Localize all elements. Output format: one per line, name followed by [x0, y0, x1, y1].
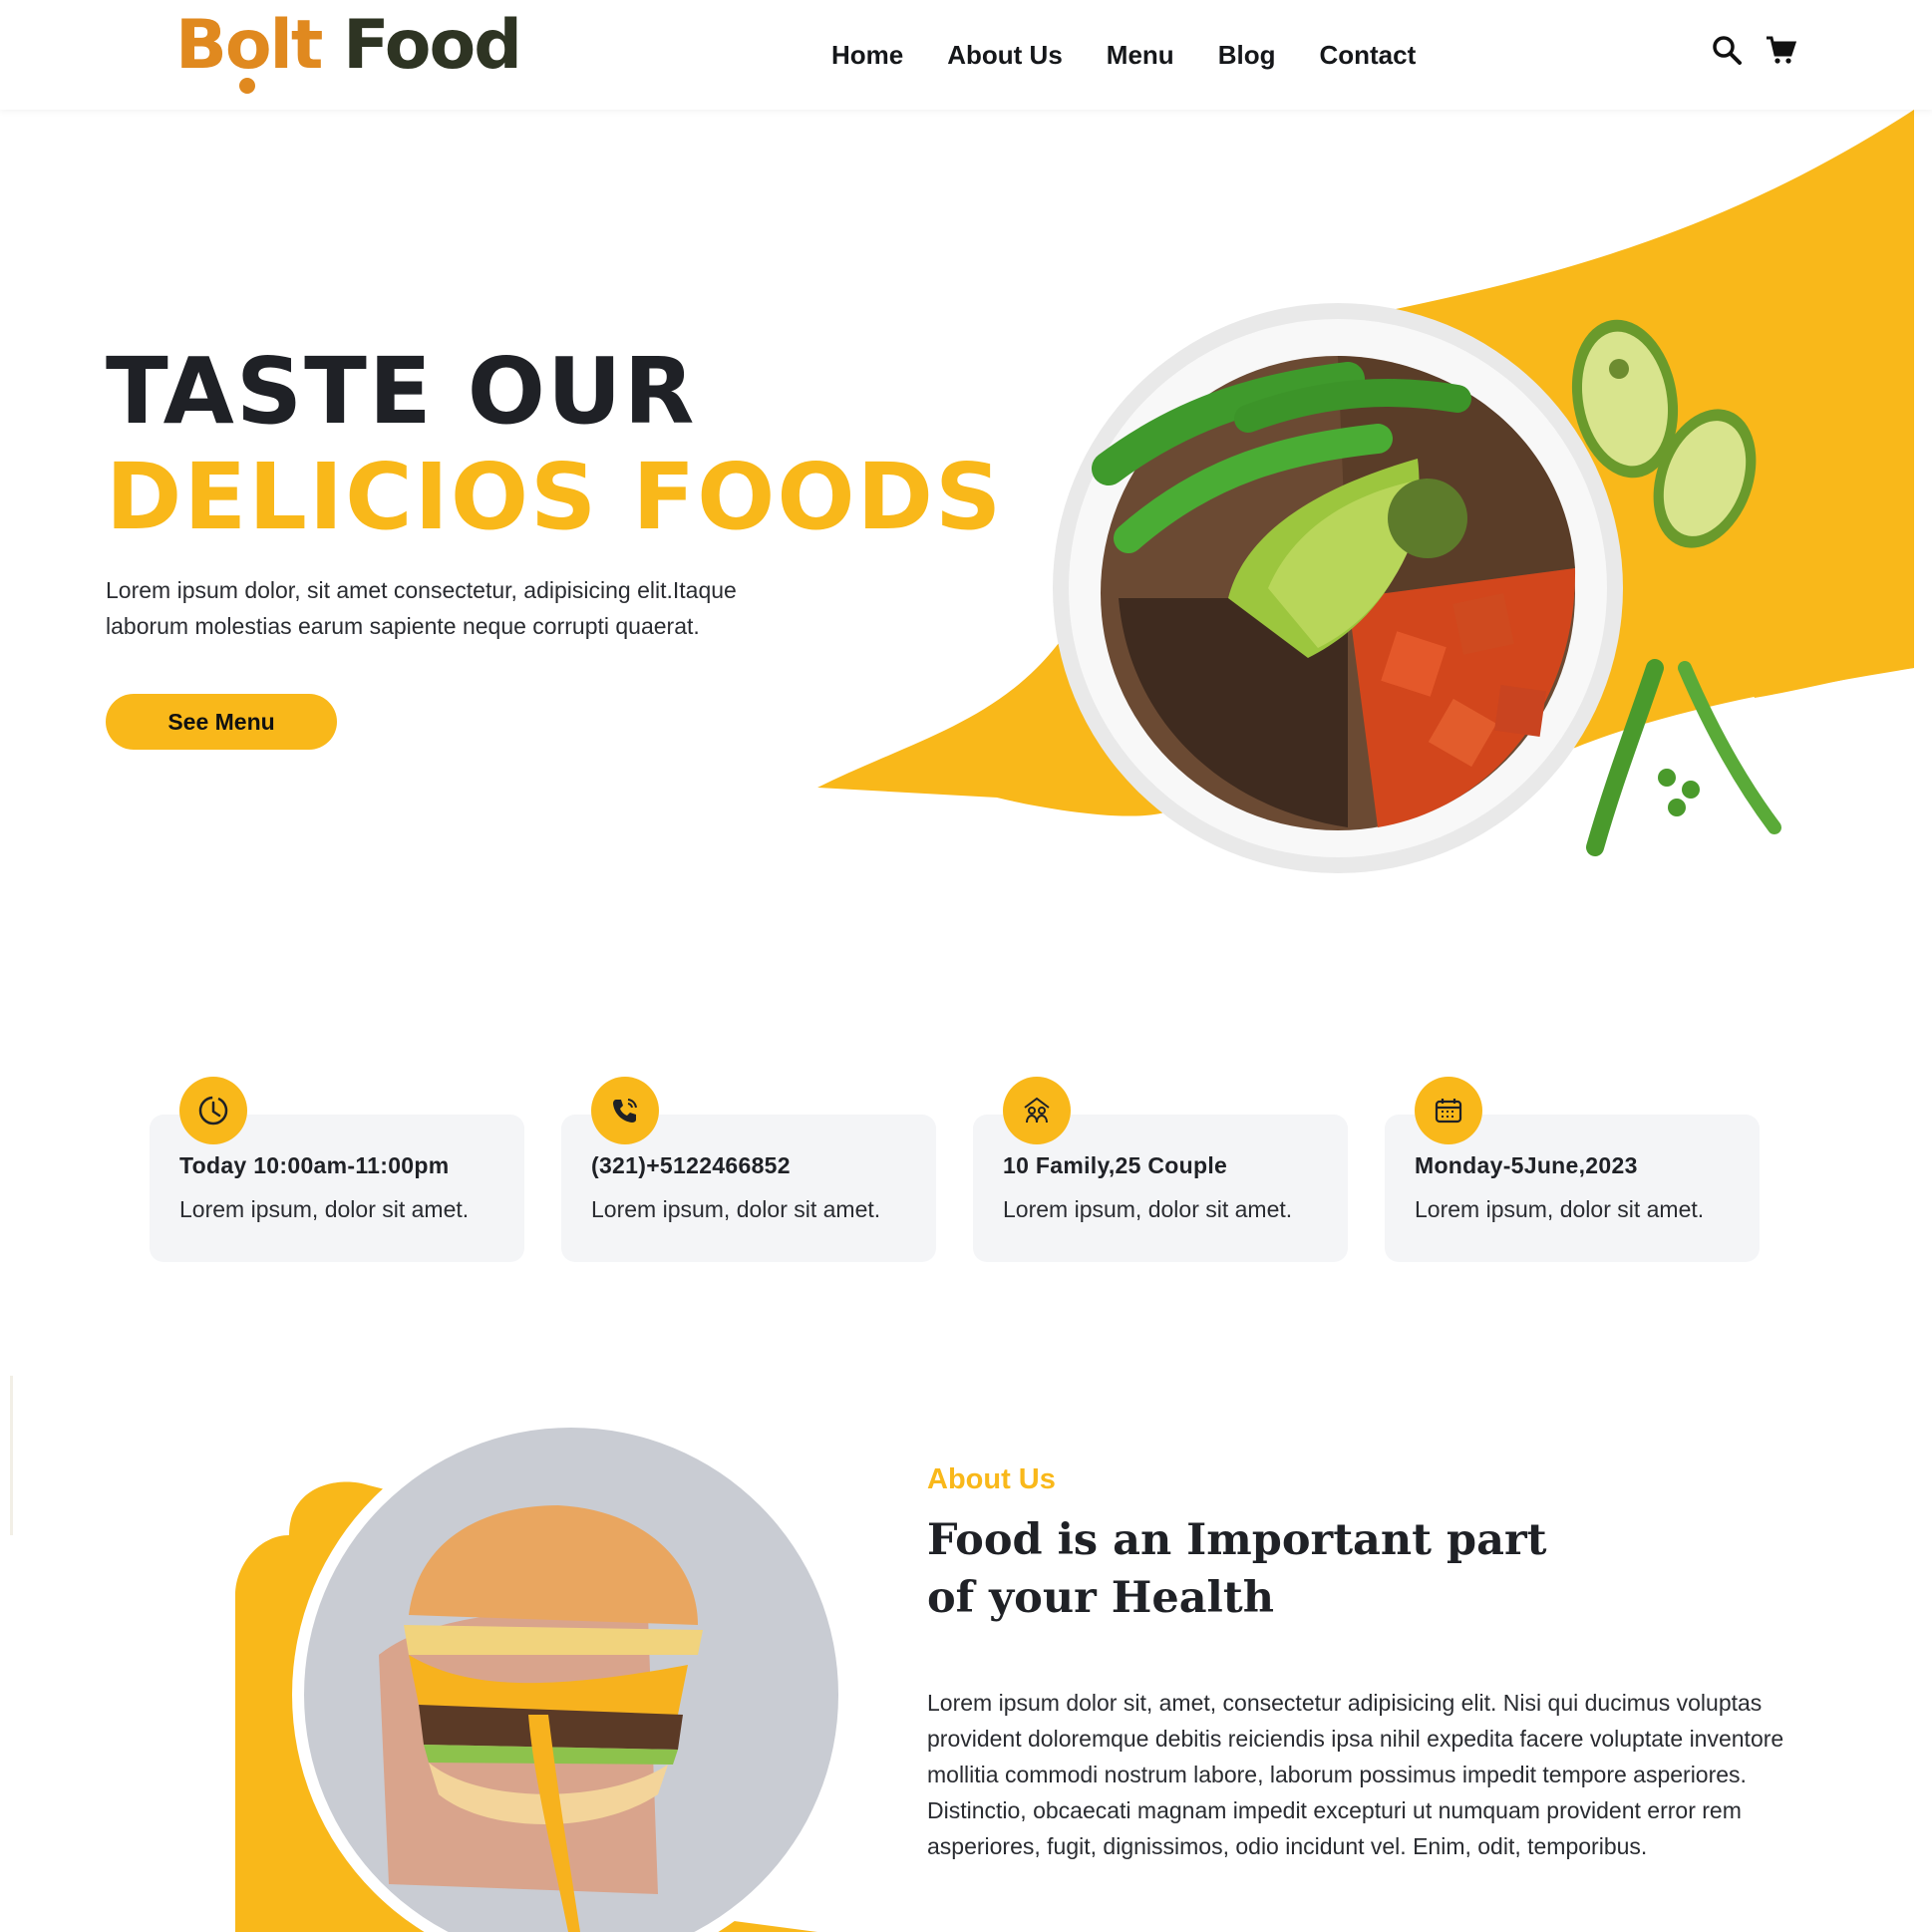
hero-title: TASTE OUR DELICIOS FOODS — [106, 339, 1003, 550]
info-card-hours: Today 10:00am-11:00pm Lorem ipsum, dolor… — [150, 1077, 524, 1262]
hero-food-bowl-image — [1049, 299, 1627, 877]
nav-blog[interactable]: Blog — [1218, 40, 1276, 71]
avocado-decoration — [1571, 319, 1781, 856]
main-nav: Home About Us Menu Blog Contact — [831, 40, 1416, 71]
logo-part-1: Bolt — [175, 6, 323, 85]
about-burger-image — [229, 1416, 867, 1932]
hero-title-line-1: TASTE OUR — [106, 338, 697, 445]
see-menu-button[interactable]: See Menu — [106, 694, 337, 750]
about-section-text: Lorem ipsum dolor sit, amet, consectetur… — [927, 1690, 1784, 1859]
phone-icon — [591, 1077, 659, 1144]
info-card-date: Monday-5June,2023 Lorem ipsum, dolor sit… — [1385, 1077, 1760, 1262]
search-icon[interactable] — [1711, 34, 1743, 66]
cart-icon[interactable] — [1765, 34, 1797, 66]
info-card-desc: Lorem ipsum, dolor sit amet. — [591, 1196, 881, 1222]
about-section-title: Food is an Important part of your Health — [927, 1515, 1547, 1623]
brand-logo[interactable]: Bolt Food — [175, 12, 522, 94]
divider-line — [10, 1376, 13, 1535]
nav-menu[interactable]: Menu — [1107, 40, 1174, 71]
about-section-label: About Us — [927, 1463, 1056, 1495]
info-card-desc: Lorem ipsum, dolor sit amet. — [1003, 1196, 1293, 1222]
info-card-desc: Lorem ipsum, dolor sit amet. — [179, 1196, 470, 1222]
family-icon — [1003, 1077, 1071, 1144]
info-card-family: 10 Family,25 Couple Lorem ipsum, dolor s… — [973, 1077, 1348, 1262]
logo-dot — [239, 78, 255, 94]
nav-about-us[interactable]: About Us — [947, 40, 1063, 71]
info-card-title: Monday-5June,2023 — [1415, 1152, 1638, 1178]
logo-part-2: Food — [343, 6, 522, 85]
info-card-title: (321)+5122466852 — [591, 1152, 791, 1178]
info-card-phone: (321)+5122466852 Lorem ipsum, dolor sit … — [561, 1077, 936, 1262]
nav-contact[interactable]: Contact — [1319, 40, 1416, 71]
site-header: Bolt Food Home About Us Menu Blog Contac… — [0, 0, 1932, 110]
clock-icon — [179, 1077, 247, 1144]
hero-description: Lorem ipsum dolor, sit amet consectetur,… — [106, 577, 737, 639]
hero-title-line-2: DELICIOS FOODS — [106, 444, 1004, 550]
header-actions — [1711, 34, 1797, 66]
info-card-title: Today 10:00am-11:00pm — [179, 1152, 450, 1178]
info-card-title: 10 Family,25 Couple — [1003, 1152, 1228, 1178]
calendar-icon — [1415, 1077, 1482, 1144]
info-card-desc: Lorem ipsum, dolor sit amet. — [1415, 1196, 1705, 1222]
nav-home[interactable]: Home — [831, 40, 903, 71]
